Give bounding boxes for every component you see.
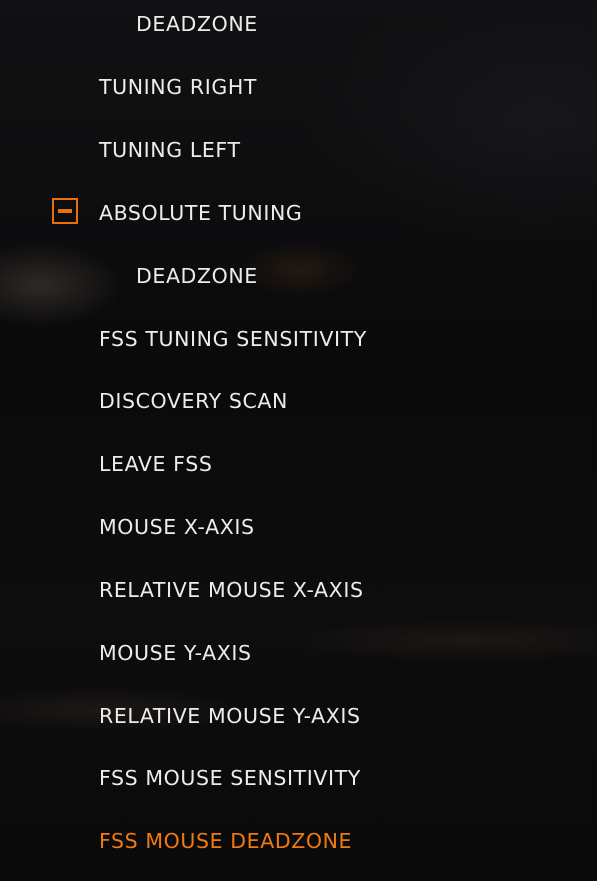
menu-item-label: RELATIVE MOUSE Y-AXIS [99, 704, 361, 728]
menu-item-label: DEADZONE [136, 12, 258, 36]
menu-item-tuning-left[interactable]: TUNING LEFT [0, 130, 597, 170]
menu-item-deadzone-absolute[interactable]: DEADZONE [0, 256, 597, 296]
controls-menu-list: DEADZONE TUNING RIGHT TUNING LEFT ABSOLU… [0, 0, 597, 881]
menu-item-fss-mouse-sensitivity[interactable]: FSS MOUSE SENSITIVITY [0, 758, 597, 798]
menu-item-absolute-tuning[interactable]: ABSOLUTE TUNING [0, 193, 597, 233]
menu-item-deadzone-tuning[interactable]: DEADZONE [0, 4, 597, 44]
menu-item-label: RELATIVE MOUSE X-AXIS [99, 578, 364, 602]
menu-item-fss-mouse-deadzone[interactable]: FSS MOUSE DEADZONE [0, 821, 597, 861]
menu-item-mouse-x-axis[interactable]: MOUSE X-AXIS [0, 507, 597, 547]
menu-item-label: TUNING LEFT [99, 138, 241, 162]
menu-item-label: FSS TUNING SENSITIVITY [99, 327, 367, 351]
menu-item-mouse-y-axis[interactable]: MOUSE Y-AXIS [0, 633, 597, 673]
menu-item-label: FSS MOUSE DEADZONE [99, 829, 353, 853]
menu-item-label: TUNING RIGHT [99, 75, 257, 99]
menu-item-relative-mouse-y-axis[interactable]: RELATIVE MOUSE Y-AXIS [0, 696, 597, 736]
menu-item-label: DEADZONE [136, 264, 258, 288]
menu-item-label: DISCOVERY SCAN [99, 389, 288, 413]
menu-item-label: FSS MOUSE SENSITIVITY [99, 766, 361, 790]
minus-square-icon[interactable] [52, 198, 78, 224]
menu-item-label: MOUSE Y-AXIS [99, 641, 252, 665]
menu-item-label: MOUSE X-AXIS [99, 515, 255, 539]
menu-item-fss-tuning-sensitivity[interactable]: FSS TUNING SENSITIVITY [0, 319, 597, 359]
menu-item-tuning-right[interactable]: TUNING RIGHT [0, 67, 597, 107]
menu-item-leave-fss[interactable]: LEAVE FSS [0, 444, 597, 484]
menu-item-label: LEAVE FSS [99, 452, 213, 476]
menu-item-discovery-scan[interactable]: DISCOVERY SCAN [0, 381, 597, 421]
menu-item-label: ABSOLUTE TUNING [99, 201, 303, 225]
menu-item-relative-mouse-x-axis[interactable]: RELATIVE MOUSE X-AXIS [0, 570, 597, 610]
